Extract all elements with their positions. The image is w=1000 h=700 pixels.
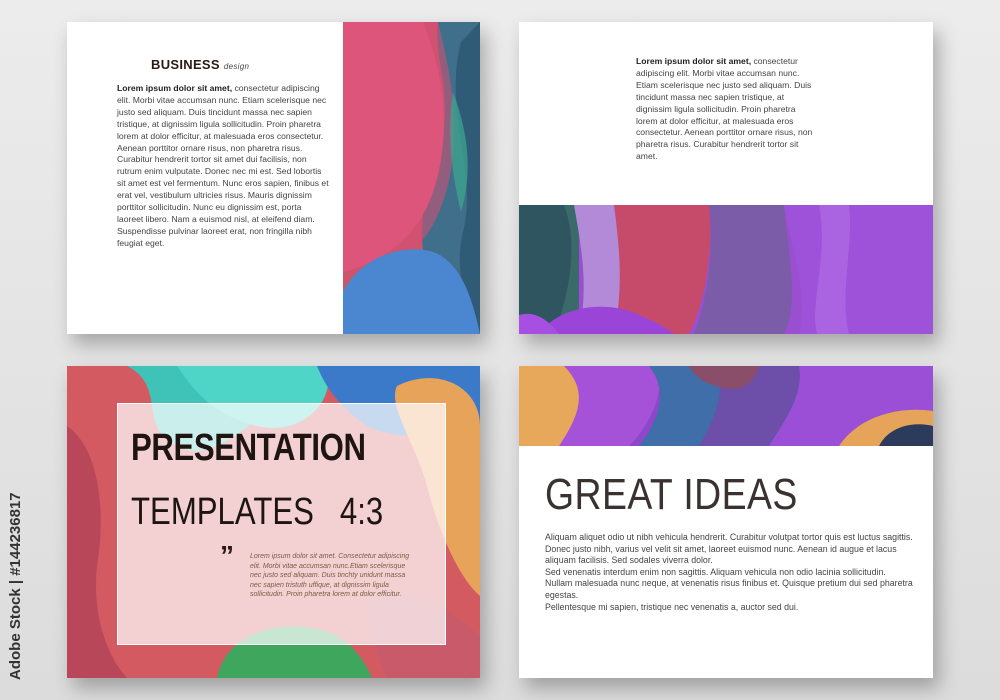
slide-text-top: Lorem ipsum dolor sit amet, consectetur … bbox=[519, 22, 933, 334]
stock-id-label: Adobe Stock | #144236817 bbox=[7, 492, 24, 680]
quote-mark-icon: ” bbox=[220, 540, 234, 571]
paragraph: Aliquam aliquet odio ut nibh vehicula he… bbox=[545, 532, 913, 566]
slide-business-title: BUSINESS design bbox=[151, 57, 250, 72]
abstract-art-bottom bbox=[519, 205, 933, 334]
paragraph: Nullam malesuada nunc neque, at venenati… bbox=[545, 578, 913, 600]
great-ideas-title: GREAT IDEAS bbox=[545, 470, 798, 519]
title-suffix: design bbox=[223, 62, 250, 71]
slide-presentation-cover: PRESENTATION TEMPLATES 4:3 ” Lorem ipsum… bbox=[67, 366, 480, 678]
cover-quote-text: Lorem ipsum dolor sit amet. Consectetur … bbox=[250, 553, 410, 599]
cover-title-line2: TEMPLATES 4:3 bbox=[131, 491, 384, 533]
body-text: consectetur adipiscing elit. Morbi vitae… bbox=[117, 83, 329, 248]
abstract-art-top bbox=[519, 366, 933, 446]
slide-text-block: Lorem ipsum dolor sit amet, consectetur … bbox=[636, 56, 818, 163]
slide-business-text: Lorem ipsum dolor sit amet, consectetur … bbox=[117, 83, 329, 250]
abstract-art-right bbox=[343, 22, 480, 334]
slide-great-ideas: GREAT IDEAS Aliquam aliquet odio ut nibh… bbox=[519, 366, 933, 678]
great-ideas-text: Aliquam aliquet odio ut nibh vehicula he… bbox=[545, 532, 925, 613]
slide-business: BUSINESS design Lorem ipsum dolor sit ame… bbox=[67, 22, 480, 334]
body-text: consectetur adipiscing elit. Morbi vitae… bbox=[636, 56, 813, 162]
lead-text: Lorem ipsum dolor sit amet, bbox=[636, 56, 752, 66]
cover-title-line1: PRESENTATION bbox=[131, 427, 366, 469]
lead-text: Lorem ipsum dolor sit amet, bbox=[117, 83, 233, 93]
paragraph: Pellentesque mi sapien, tristique nec ve… bbox=[545, 601, 799, 612]
paragraph: Sed venenatis interdum enim non sagittis… bbox=[545, 566, 886, 577]
